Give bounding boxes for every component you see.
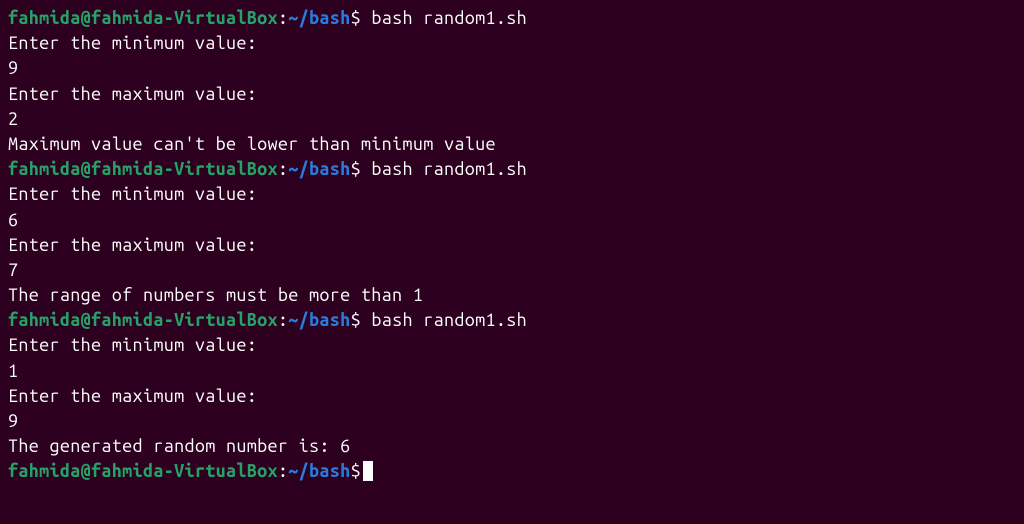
output-line: Enter the maximum value: — [8, 384, 1016, 409]
command-text: bash random1.sh — [361, 8, 527, 28]
output-line: Enter the maximum value: — [8, 233, 1016, 258]
terminal-window[interactable]: fahmida@fahmida-VirtualBox:~/bash$ bash … — [8, 6, 1016, 485]
output-line: 7 — [8, 258, 1016, 283]
output-line: 1 — [8, 359, 1016, 384]
prompt-dollar: $ — [351, 159, 361, 179]
command-line: fahmida@fahmida-VirtualBox:~/bash$ bash … — [8, 308, 1016, 333]
prompt-separator: : — [278, 159, 288, 179]
output-line: Enter the maximum value: — [8, 82, 1016, 107]
output-line: Enter the minimum value: — [8, 333, 1016, 358]
output-line: The range of numbers must be more than 1 — [8, 283, 1016, 308]
prompt-user-host: fahmida@fahmida-VirtualBox — [8, 310, 278, 330]
output-line: Enter the minimum value: — [8, 31, 1016, 56]
prompt-user-host: fahmida@fahmida-VirtualBox — [8, 8, 278, 28]
prompt-dollar: $ — [351, 8, 361, 28]
output-line: 2 — [8, 107, 1016, 132]
cursor — [363, 461, 373, 481]
output-line: The generated random number is: 6 — [8, 434, 1016, 459]
command-text: bash random1.sh — [361, 310, 527, 330]
command-line: fahmida@fahmida-VirtualBox:~/bash$ bash … — [8, 6, 1016, 31]
command-line-active[interactable]: fahmida@fahmida-VirtualBox:~/bash$ — [8, 459, 1016, 484]
command-line: fahmida@fahmida-VirtualBox:~/bash$ bash … — [8, 157, 1016, 182]
prompt-dollar: $ — [351, 461, 361, 481]
prompt-user-host: fahmida@fahmida-VirtualBox — [8, 159, 278, 179]
output-line: Maximum value can't be lower than minimu… — [8, 132, 1016, 157]
prompt-path: ~/bash — [288, 461, 350, 481]
command-text: bash random1.sh — [361, 159, 527, 179]
output-line: 9 — [8, 56, 1016, 81]
prompt-path: ~/bash — [288, 310, 350, 330]
prompt-dollar: $ — [351, 310, 361, 330]
prompt-user-host: fahmida@fahmida-VirtualBox — [8, 461, 278, 481]
prompt-path: ~/bash — [288, 8, 350, 28]
prompt-separator: : — [278, 461, 288, 481]
prompt-separator: : — [278, 8, 288, 28]
prompt-separator: : — [278, 310, 288, 330]
prompt-path: ~/bash — [288, 159, 350, 179]
output-line: 6 — [8, 208, 1016, 233]
output-line: 9 — [8, 409, 1016, 434]
output-line: Enter the minimum value: — [8, 182, 1016, 207]
